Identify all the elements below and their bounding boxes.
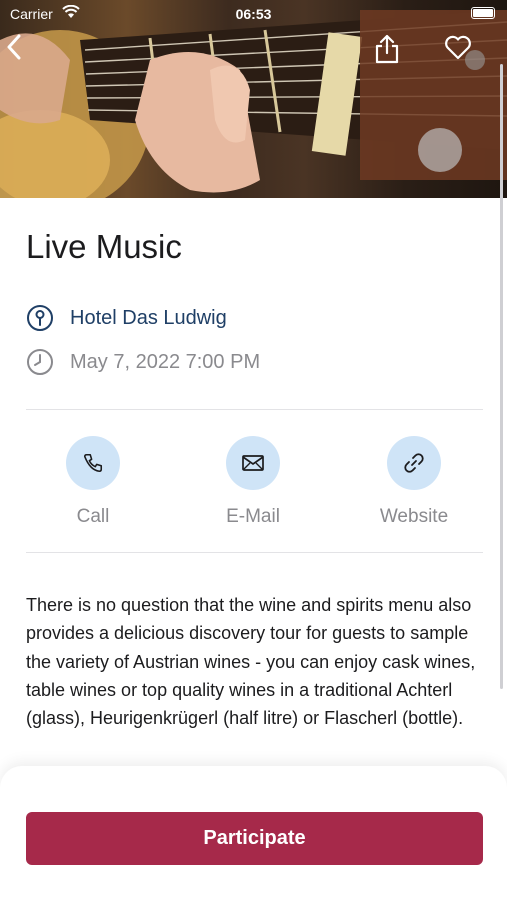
call-circle[interactable] [66,436,120,490]
back-icon [7,34,21,60]
status-bar: Carrier 06:53 [0,0,507,30]
website-button[interactable]: Website [359,436,469,528]
website-label: Website [379,506,449,527]
email-circle[interactable] [226,436,280,490]
location-link[interactable]: Hotel Das Ludwig [70,307,227,330]
hero-image: Carrier 06:53 [0,0,507,198]
event-datetime: May 7, 2022 7:00 PM [70,350,261,373]
page-title: Live Music [26,228,182,265]
scrollbar[interactable] [500,64,503,689]
back-button[interactable] [6,34,42,70]
mail-icon [242,455,264,471]
location-pin-icon [27,305,53,331]
call-label: Call [76,506,110,527]
divider [26,552,483,553]
participate-button[interactable]: Participate [26,812,483,865]
heart-icon [445,35,471,60]
location-row[interactable]: Hotel Das Ludwig [26,304,227,332]
share-icon [375,34,399,64]
bottom-action-sheet: Participate [0,766,507,900]
phone-icon [83,453,103,473]
battery-icon [471,7,495,19]
favorite-button[interactable] [444,34,480,70]
divider [26,409,483,410]
event-description: There is no question that the wine and s… [26,595,476,729]
date-row: May 7, 2022 7:00 PM [26,348,260,376]
clock-time: 06:53 [235,6,272,22]
share-button[interactable] [374,34,410,70]
email-label: E-Mail [226,506,280,527]
call-button[interactable]: Call [38,436,148,528]
contact-actions: Call E-Mail Website [0,436,507,536]
email-button[interactable]: E-Mail [198,436,308,528]
clock-icon [27,349,53,375]
website-circle[interactable] [387,436,441,490]
link-icon [404,453,424,473]
